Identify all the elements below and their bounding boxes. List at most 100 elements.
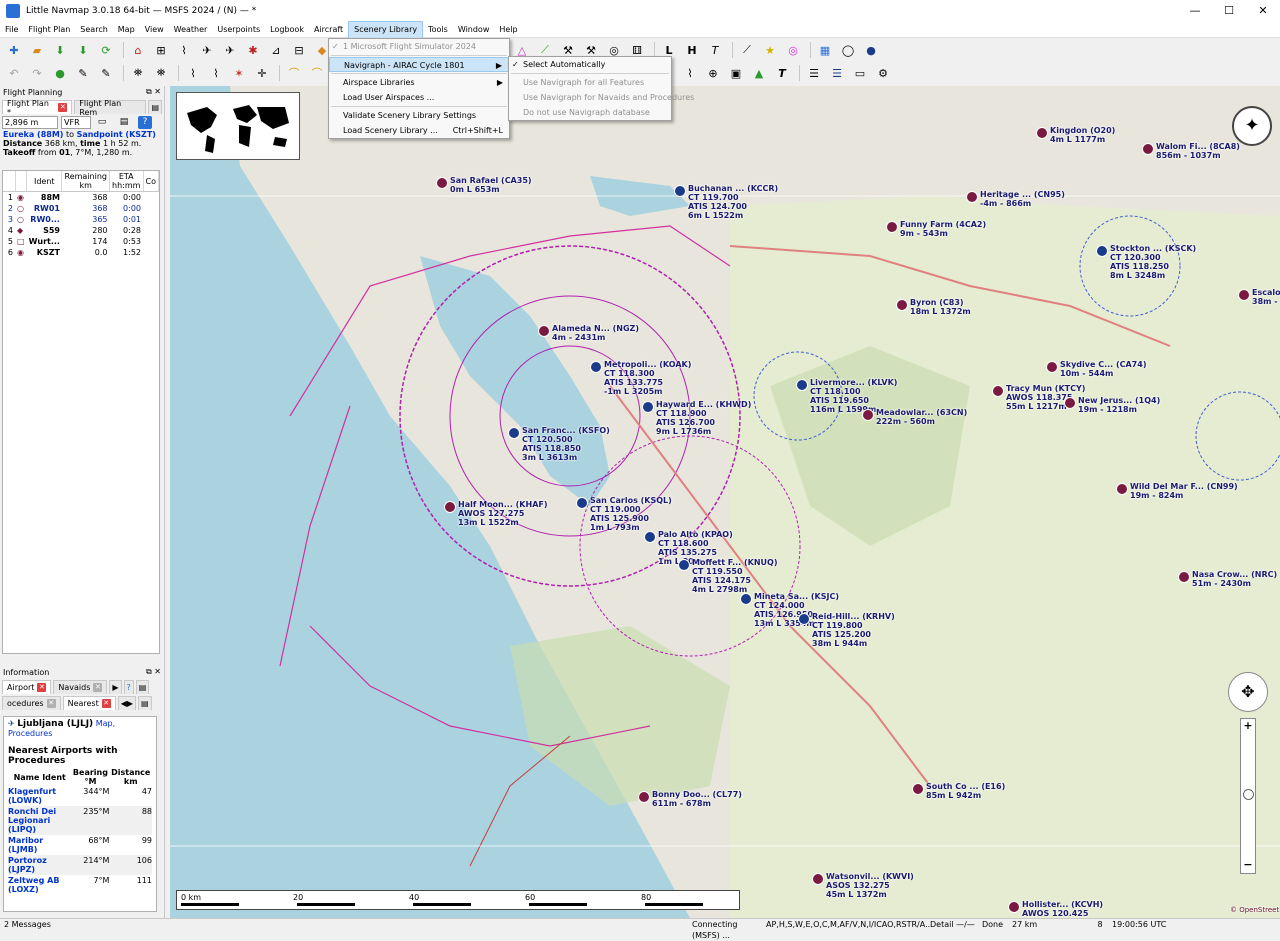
menu-userpoints[interactable]: Userpoints xyxy=(212,22,265,38)
menu-logbook[interactable]: Logbook xyxy=(265,22,309,38)
tab-close-icon[interactable]: ✕ xyxy=(93,683,103,692)
menu-item-airspace-libraries[interactable]: Airspace Libraries ▶ xyxy=(329,75,509,90)
table-row[interactable]: 6 ◉ KSZT 0.0 1:52 xyxy=(3,247,159,258)
airport-symbol-icon[interactable] xyxy=(644,531,656,543)
airport-label[interactable]: New Jerus... (1Q4) 19m - 1218m xyxy=(1078,396,1160,414)
airport-label[interactable]: Heritage ... (CN95) -4m - 866m xyxy=(980,190,1065,208)
t-icon[interactable]: T xyxy=(705,41,725,59)
menu-item-load-user-airspaces[interactable]: Load User Airspaces ... xyxy=(329,90,509,105)
airport-symbol-icon[interactable] xyxy=(798,613,810,625)
col-remaining[interactable]: Remaining km xyxy=(61,171,111,192)
save-as-icon[interactable]: ⬇ xyxy=(73,41,93,59)
airport-symbol-icon[interactable] xyxy=(1238,289,1250,301)
help-icon[interactable]: ? xyxy=(138,115,152,129)
airport-symbol-icon[interactable] xyxy=(444,501,456,513)
table-row[interactable]: 4 ◆ S59 280 0:28 xyxy=(3,225,159,236)
table-row[interactable]: 3 ○ RW0... 365 0:01 xyxy=(3,214,159,225)
menu-window[interactable]: Window xyxy=(453,22,495,38)
airport-symbol-icon[interactable] xyxy=(796,379,808,391)
tab-close-icon[interactable]: ✕ xyxy=(46,699,56,708)
airport-label[interactable]: San Carlos (KSQL) CT 119.000 ATIS 125.90… xyxy=(590,496,672,532)
cross-icon[interactable]: ✛ xyxy=(252,64,272,82)
marks-icon[interactable]: ⊟ xyxy=(289,41,309,59)
departure-link[interactable]: Eureka (88M) xyxy=(3,130,63,139)
info-dock-controls[interactable]: ⧉ ✕ xyxy=(146,667,161,677)
table-row[interactable]: 5 □ Wurt... 174 0:53 xyxy=(3,236,159,247)
redo-icon[interactable]: ↷ xyxy=(27,64,47,82)
airport-label[interactable]: Byron (C83) 18m L 1372m xyxy=(910,298,971,316)
airport-label[interactable]: Metropoli... (KOAK) CT 118.300 ATIS 133.… xyxy=(604,360,691,396)
tab-close-icon[interactable]: ✕ xyxy=(101,699,111,708)
save-down-icon[interactable]: ⬇ xyxy=(50,41,70,59)
airport-select-icon[interactable]: ⛯ xyxy=(128,64,148,82)
airport-symbol-icon[interactable] xyxy=(862,409,874,421)
airport-label[interactable]: Skydive C... (CA74) 10m - 544m xyxy=(1060,360,1146,378)
menu-aircraft[interactable]: Aircraft xyxy=(309,22,348,38)
menu-weather[interactable]: Weather xyxy=(169,22,213,38)
nearest-row[interactable]: Portoroz (LJPZ) 214°M 106 xyxy=(8,855,152,875)
tab-flight-plan[interactable]: Flight Plan * ✕ xyxy=(2,99,73,117)
target-icon[interactable]: ◎ xyxy=(783,41,803,59)
menu-item-navigraph[interactable]: Navigraph - AIRAC Cycle 1801 ▶ xyxy=(329,57,509,72)
menu-item-load-scenery[interactable]: Load Scenery Library ... Ctrl+Shift+L xyxy=(329,123,509,138)
grid-globe-icon[interactable]: ▦ xyxy=(815,41,835,59)
curve-alt-icon[interactable]: ⌒ xyxy=(307,64,327,82)
undo-icon[interactable]: ↶ xyxy=(4,64,24,82)
airport-symbol-icon[interactable] xyxy=(1008,901,1020,913)
col-ident[interactable]: Ident xyxy=(26,171,63,192)
flightplan-map-icon[interactable]: ⌇ xyxy=(174,41,194,59)
airport-symbol-icon[interactable] xyxy=(1178,571,1190,583)
airport-label[interactable]: Meadowlar... (63CN) 222m - 560m xyxy=(876,408,967,426)
database-check-icon[interactable]: ☰ xyxy=(827,64,847,82)
airport-label[interactable]: Alameda N... (NGZ) 4m - 2431m xyxy=(552,324,639,342)
airport-symbol-icon[interactable] xyxy=(1096,245,1108,257)
go-icon[interactable]: ● xyxy=(50,64,70,82)
airport-symbol-icon[interactable] xyxy=(1116,483,1128,495)
airport-symbol-icon[interactable] xyxy=(1064,397,1076,409)
airport-label[interactable]: Kingdon (O20) 4m L 1177m xyxy=(1050,126,1115,144)
airport-label[interactable]: San Rafael (CA35) 0m L 653m xyxy=(450,176,532,194)
nearest-row[interactable]: Maribor (LJMB) 68°M 99 xyxy=(8,835,152,855)
calc-icon[interactable]: ▭ xyxy=(94,116,110,129)
menu-help[interactable]: Help xyxy=(494,22,522,38)
tab-procedures[interactable]: ocedures ✕ xyxy=(2,696,61,710)
table-row[interactable]: 2 ○ RW01 368 0:00 xyxy=(3,203,159,214)
nearest-row[interactable]: Klagenfurt (LOWK) 344°M 47 xyxy=(8,786,152,806)
airport-label[interactable]: Walom Fi... (8CA8) 856m - 1037m xyxy=(1156,142,1240,160)
settings-gear-icon[interactable]: ⚙ xyxy=(873,64,893,82)
pencil-icon[interactable]: ✎ xyxy=(96,64,116,82)
airport-symbol-icon[interactable] xyxy=(590,361,602,373)
menu-tools[interactable]: Tools xyxy=(423,22,453,38)
airport-label[interactable]: Nasa Crow... (NRC) 51m - 2430m xyxy=(1192,570,1277,588)
airport-label[interactable]: Buchanan ... (KCCR) CT 119.700 ATIS 124.… xyxy=(688,184,778,220)
tab-navaids[interactable]: Navaids ✕ xyxy=(53,680,108,694)
close-button[interactable]: ✕ xyxy=(1246,0,1280,22)
airport-label[interactable]: Funny Farm (4CA2) 9m - 543m xyxy=(900,220,986,238)
home-icon[interactable]: ⌂ xyxy=(128,41,148,59)
zoom-search-icon[interactable]: ⊕ xyxy=(703,64,723,82)
compass-needle-icon[interactable]: ⟋ xyxy=(737,41,757,59)
col-course[interactable]: Co xyxy=(143,171,159,192)
col-eta[interactable]: ETA hh:mm xyxy=(109,171,144,192)
zoom-in-icon[interactable]: + xyxy=(1241,719,1255,732)
clear-icon[interactable]: ✱ xyxy=(243,41,263,59)
map-overlay-icon[interactable]: ▣ xyxy=(726,64,746,82)
menu-flight-plan[interactable]: Flight Plan xyxy=(23,22,75,38)
menu-item-validate-scenery[interactable]: Validate Scenery Library Settings xyxy=(329,108,509,123)
aircraft-icon[interactable]: ✈ xyxy=(197,41,217,59)
zoom-out-icon[interactable]: − xyxy=(1241,858,1255,871)
airport-symbol-icon[interactable] xyxy=(538,325,550,337)
airport-symbol-icon[interactable] xyxy=(642,401,654,413)
airport-label[interactable]: Reid-Hill... (KRHV) CT 119.800 ATIS 125.… xyxy=(812,612,895,648)
circle-icon[interactable]: ◯ xyxy=(838,41,858,59)
airport-symbol-icon[interactable] xyxy=(812,873,824,885)
route-icon[interactable]: ⌇ xyxy=(183,64,203,82)
airport-label[interactable]: South Co ... (E16) 85m L 942m xyxy=(926,782,1005,800)
measure-icon[interactable]: ⊿ xyxy=(266,41,286,59)
altitude-field[interactable]: 2,896 m xyxy=(2,115,58,129)
dock-controls[interactable]: ⧉ ✕ xyxy=(146,87,161,97)
minimize-button[interactable]: — xyxy=(1178,0,1212,22)
tab-scroll-icon[interactable]: ◀▶ xyxy=(117,696,137,710)
airport-symbol-icon[interactable] xyxy=(896,299,908,311)
menu-search[interactable]: Search xyxy=(75,22,112,38)
